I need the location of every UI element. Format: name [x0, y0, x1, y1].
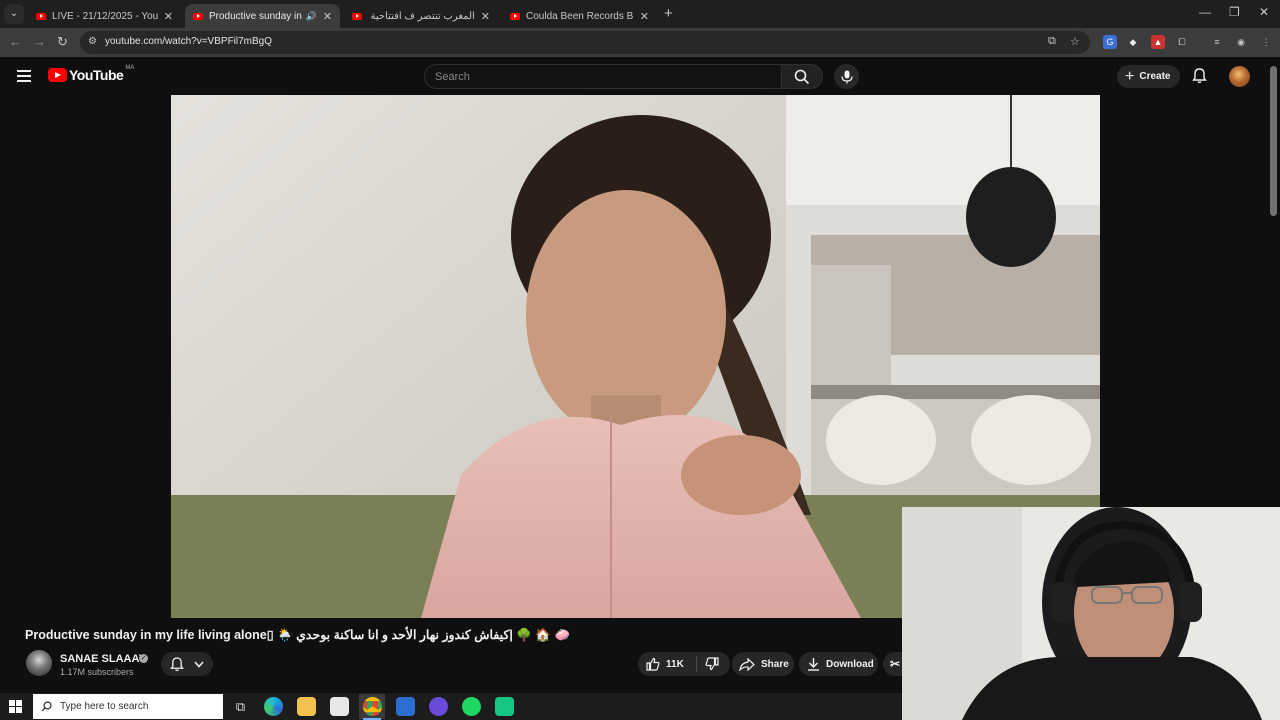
windows-start-icon[interactable]	[9, 700, 22, 713]
share-arrow-icon	[739, 657, 755, 671]
share-button[interactable]: Share	[732, 652, 794, 676]
browser-tab-active[interactable]: Productive sunday in my life 🔊 ✕	[185, 4, 340, 28]
green-app-icon[interactable]	[495, 697, 514, 716]
search-field[interactable]	[424, 64, 781, 89]
subscriber-count: 1.17M subscribers	[60, 667, 134, 677]
video-title: Productive sunday in my life living alon…	[25, 628, 571, 642]
browser-tab[interactable]: المغرب تنتصر ف افتتاحية كأس الأ ✕	[344, 4, 498, 28]
region-code: MA	[125, 65, 135, 71]
tab-title: Productive sunday in my life	[209, 10, 302, 22]
bell-icon	[170, 656, 185, 671]
account-avatar[interactable]	[1229, 66, 1250, 87]
channel-avatar[interactable]	[26, 650, 52, 676]
microphone-icon	[840, 70, 853, 83]
close-icon[interactable]: ✕	[323, 10, 332, 23]
taskbar-search-box[interactable]: Type here to search	[33, 694, 223, 719]
extension-diamond-icon[interactable]: ◆	[1126, 35, 1140, 49]
like-dislike-group: 11K	[638, 652, 730, 676]
logo-text: YouTube	[69, 67, 124, 83]
edge-browser-icon[interactable]	[264, 697, 283, 716]
browser-toolbar: ← → ↻ ⚙ youtube.com/watch?v=VBPFil7mBgQ …	[0, 28, 1280, 57]
windows-taskbar: Type here to search ⧉	[0, 693, 902, 720]
restore-icon[interactable]: ❐	[1229, 5, 1240, 19]
channel-name[interactable]: SANAE SLAAAY	[60, 653, 146, 665]
search-input[interactable]	[425, 65, 781, 88]
tab-search-chevron-icon[interactable]: ⌄	[4, 4, 24, 24]
menu-icon[interactable]	[17, 70, 31, 82]
youtube-favicon-icon	[36, 12, 46, 20]
task-view-icon[interactable]: ⧉	[231, 697, 250, 716]
close-icon[interactable]: ✕	[640, 10, 649, 23]
share-label: Share	[761, 658, 789, 670]
create-label: Create	[1139, 71, 1171, 82]
clip-button[interactable]: ✂	[883, 652, 902, 676]
webcam-overlay	[902, 507, 1280, 720]
youtube-header: YouTube MA + Create	[0, 57, 1280, 95]
search-icon	[41, 701, 52, 712]
url-text[interactable]: youtube.com/watch?v=VBPFil7mBgQ	[105, 36, 272, 47]
browser-tab[interactable]: Coulda Been Records BROOKLYN ✕	[502, 4, 657, 28]
media-control-icon[interactable]: ≡	[1210, 35, 1224, 49]
verified-check-icon: ✓	[139, 654, 148, 663]
mail-app-icon[interactable]	[396, 697, 415, 716]
thumbs-up-icon[interactable]	[646, 657, 660, 671]
webcam-feed	[902, 507, 1280, 720]
chevron-down-icon	[194, 660, 204, 668]
profile-icon[interactable]: ◉	[1234, 35, 1248, 49]
search-button[interactable]	[781, 64, 823, 89]
tab-title: LIVE - 21/12/2025 - YouTube	[52, 10, 158, 22]
extensions-puzzle-icon[interactable]: ⧠	[1175, 35, 1189, 49]
search-icon	[794, 69, 810, 84]
window-close-icon[interactable]: ✕	[1259, 5, 1269, 19]
microsoft-store-icon[interactable]	[330, 697, 349, 716]
chrome-browser-icon[interactable]	[363, 697, 382, 716]
like-count[interactable]: 11K	[666, 659, 684, 670]
address-bar[interactable]: ⚙ youtube.com/watch?v=VBPFil7mBgQ ⧉ ☆	[80, 31, 1090, 54]
browser-tab-strip: ⌄ LIVE - 21/12/2025 - YouTube ✕ Producti…	[0, 0, 1280, 28]
discord-app-icon[interactable]	[429, 697, 448, 716]
create-button[interactable]: + Create	[1117, 65, 1181, 88]
notifications-bell-icon[interactable]	[1192, 68, 1207, 84]
youtube-favicon-icon	[193, 12, 203, 20]
more-menu-icon[interactable]: ⋮	[1259, 35, 1273, 49]
youtube-favicon-icon	[352, 12, 362, 20]
download-icon	[808, 658, 819, 671]
download-button[interactable]: Download	[799, 652, 878, 676]
taskbar-search-placeholder: Type here to search	[60, 701, 149, 712]
minimize-icon[interactable]: —	[1199, 5, 1211, 19]
tab-title: المغرب تنتصر ف افتتاحية كأس الأ	[368, 10, 475, 22]
download-label: Download	[826, 658, 874, 670]
back-icon[interactable]: ←	[9, 34, 22, 49]
bookmark-star-icon[interactable]: ☆	[1070, 35, 1080, 48]
notification-subscription-button[interactable]	[161, 652, 213, 676]
forward-icon[interactable]: →	[33, 34, 46, 49]
divider	[695, 656, 697, 672]
close-icon[interactable]: ✕	[164, 10, 173, 23]
thumbs-down-icon[interactable]	[705, 657, 719, 671]
plus-icon: +	[1125, 67, 1135, 85]
site-info-icon[interactable]: ⚙	[88, 36, 97, 47]
spotify-app-icon[interactable]	[462, 697, 481, 716]
youtube-favicon-icon	[510, 12, 520, 20]
youtube-play-icon	[48, 68, 67, 82]
new-tab-icon[interactable]: +	[664, 5, 673, 22]
speaker-icon[interactable]: 🔊	[306, 11, 317, 22]
youtube-logo[interactable]: YouTube MA	[48, 65, 135, 83]
scissors-icon: ✂	[890, 657, 901, 671]
install-app-icon[interactable]: ⧉	[1048, 35, 1056, 48]
browser-tab[interactable]: LIVE - 21/12/2025 - YouTube ✕	[28, 4, 181, 28]
extension-red-icon[interactable]: ▲	[1151, 35, 1165, 49]
reload-icon[interactable]: ↻	[57, 34, 68, 50]
translate-extension-icon[interactable]: G	[1103, 35, 1117, 49]
file-explorer-icon[interactable]	[297, 697, 316, 716]
voice-search-button[interactable]	[834, 64, 859, 89]
page-scrollbar[interactable]	[1270, 66, 1277, 216]
close-icon[interactable]: ✕	[481, 10, 490, 23]
tab-title: Coulda Been Records BROOKLYN	[526, 10, 634, 22]
